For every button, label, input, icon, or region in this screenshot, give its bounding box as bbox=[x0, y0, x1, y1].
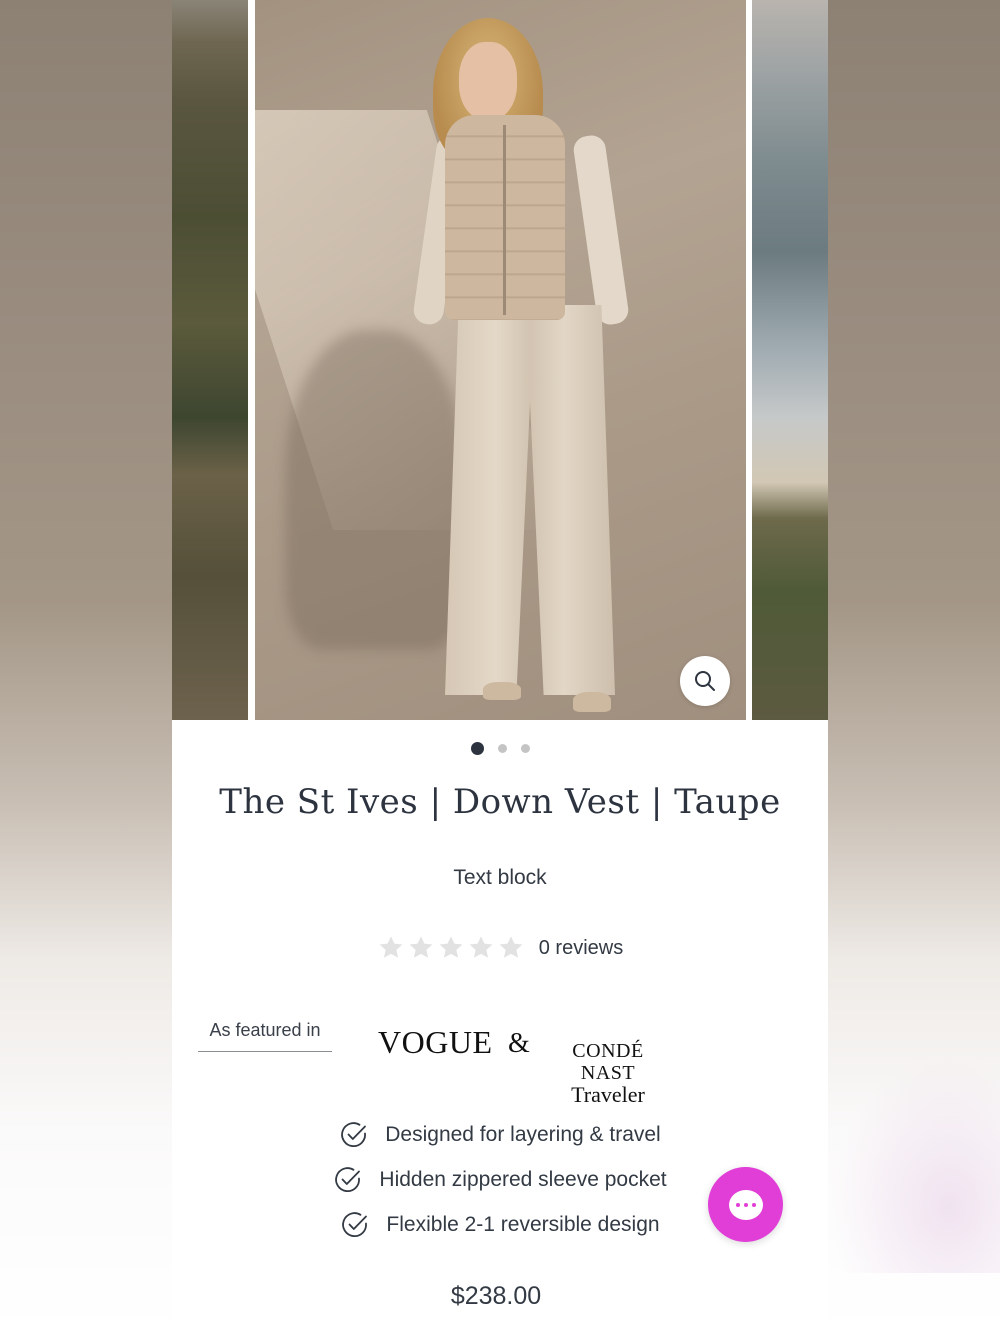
carousel-dot-1[interactable] bbox=[470, 742, 484, 755]
star-icon bbox=[499, 936, 523, 958]
carousel-dot-2[interactable] bbox=[497, 744, 507, 753]
feature-text: Designed for layering & travel bbox=[385, 1122, 661, 1146]
carousel-pagination bbox=[172, 742, 828, 755]
product-page: The St Ives | Down Vest | Taupe Text blo… bbox=[172, 0, 828, 1333]
product-price: $238.00 bbox=[450, 1282, 542, 1310]
logo-ampersand: & bbox=[508, 1028, 530, 1059]
check-circle-icon bbox=[335, 1166, 361, 1192]
carousel-dot-3[interactable] bbox=[520, 744, 530, 753]
model-shadow bbox=[285, 330, 465, 650]
carousel-slide-current[interactable] bbox=[255, 0, 746, 720]
carousel-slide-prev[interactable] bbox=[172, 0, 248, 720]
star-icon bbox=[409, 936, 433, 958]
feature-text: Hidden zippered sleeve pocket bbox=[379, 1167, 667, 1191]
featured-in: As featured in VOGUE & CONDÉ NAST Travel… bbox=[198, 1016, 798, 1106]
product-title: The St Ives | Down Vest | Taupe bbox=[219, 782, 781, 822]
image-carousel[interactable] bbox=[172, 0, 828, 720]
chat-button[interactable] bbox=[708, 1167, 783, 1242]
conde-nast-traveler-logo: CONDÉ NAST Traveler bbox=[543, 1040, 673, 1106]
vest-zipper bbox=[503, 125, 506, 315]
search-icon bbox=[695, 671, 715, 691]
backdrop-tint bbox=[830, 1053, 1000, 1273]
conde-nast-text: CONDÉ NAST bbox=[572, 1040, 644, 1084]
check-circle-icon bbox=[342, 1211, 368, 1237]
model-shoe bbox=[573, 692, 611, 712]
chat-icon bbox=[728, 1189, 763, 1220]
feature-text: Flexible 2-1 reversible design bbox=[386, 1212, 660, 1236]
text-block: Text block bbox=[453, 866, 547, 889]
model-shoe bbox=[483, 682, 521, 700]
zoom-button[interactable] bbox=[680, 656, 730, 706]
vogue-logo: VOGUE bbox=[378, 1024, 493, 1060]
carousel-slide-next[interactable] bbox=[752, 0, 828, 720]
reviews-link[interactable]: 0 reviews bbox=[539, 937, 623, 960]
model-arm bbox=[571, 133, 631, 327]
star-icon bbox=[379, 936, 403, 958]
model-face bbox=[459, 42, 517, 120]
traveler-text: Traveler bbox=[571, 1082, 645, 1107]
star-icon bbox=[439, 936, 463, 958]
featured-label: As featured in bbox=[198, 1020, 332, 1052]
reviews-summary[interactable]: 0 reviews bbox=[172, 934, 828, 962]
star-rating bbox=[377, 934, 525, 962]
star-icon bbox=[469, 936, 493, 958]
feature-item: Designed for layering & travel bbox=[172, 1112, 828, 1157]
check-circle-icon bbox=[341, 1121, 367, 1147]
